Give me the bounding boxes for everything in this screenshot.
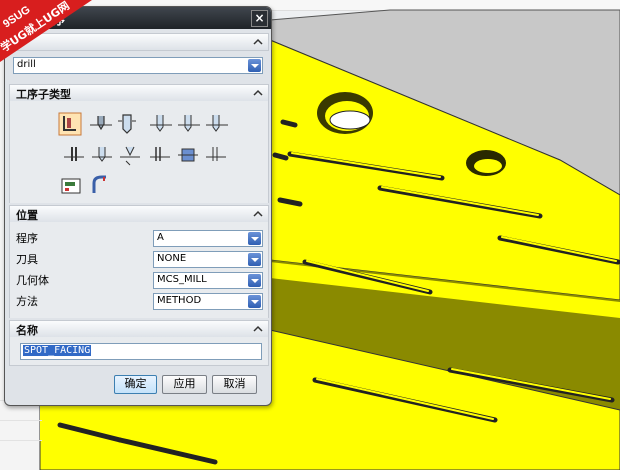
reaming-icon[interactable]: [64, 147, 84, 161]
chevron-down-icon[interactable]: [248, 59, 261, 72]
tool-value: NONE: [157, 253, 187, 264]
subtype-panel: [9, 101, 269, 203]
name-panel: SPOT_FACING: [9, 337, 269, 366]
countersinking-icon[interactable]: [120, 146, 140, 166]
location-section-label: 位置: [16, 209, 38, 222]
drilling-icon[interactable]: [118, 114, 136, 134]
program-value: A: [157, 232, 164, 243]
mill-user-icon[interactable]: [92, 175, 106, 193]
collapse-icon[interactable]: [252, 36, 264, 48]
ok-button[interactable]: 确定: [114, 375, 157, 394]
peck-drilling-icon[interactable]: [150, 115, 172, 132]
location-panel: 程序 A 刀具 NONE 几何体 MCS_MILL 方法 METHOD: [9, 222, 269, 318]
geometry-dropdown[interactable]: MCS_MILL: [153, 272, 263, 289]
method-dropdown[interactable]: METHOD: [153, 293, 263, 310]
chevron-down-icon[interactable]: [248, 253, 261, 266]
counterboring-icon[interactable]: [92, 147, 112, 162]
collapse-icon[interactable]: [252, 87, 264, 99]
cancel-button[interactable]: 取消: [212, 375, 257, 394]
geometry-value: MCS_MILL: [157, 274, 207, 285]
close-button[interactable]: ×: [251, 10, 268, 27]
name-input-value: SPOT_FACING: [23, 345, 92, 356]
boring-icon[interactable]: [206, 115, 228, 132]
method-value: METHOD: [157, 295, 202, 306]
program-dropdown[interactable]: A: [153, 230, 263, 247]
location-section-header[interactable]: 位置: [9, 205, 269, 223]
mill-control-icon[interactable]: [61, 178, 81, 194]
spot-drilling-icon[interactable]: [90, 116, 112, 131]
chevron-down-icon[interactable]: [248, 274, 261, 287]
tool-dropdown[interactable]: NONE: [153, 251, 263, 268]
watermark-logo: 9SUG 学UG就上UG网: [0, 0, 92, 62]
name-section-header[interactable]: 名称: [9, 320, 269, 338]
method-label: 方法: [16, 295, 38, 308]
tool-label: 刀具: [16, 253, 38, 266]
program-label: 程序: [16, 232, 38, 245]
thread-milling-icon[interactable]: [206, 147, 226, 161]
left-strip-line: [0, 440, 42, 441]
chevron-down-icon[interactable]: [248, 232, 261, 245]
name-input[interactable]: SPOT_FACING: [20, 343, 262, 360]
subtype-section-header[interactable]: 工序子类型: [9, 84, 269, 102]
collapse-icon[interactable]: [252, 208, 264, 220]
hole-milling-icon[interactable]: [178, 148, 198, 162]
left-strip-line: [0, 420, 42, 421]
tapping-icon[interactable]: [150, 147, 170, 161]
chevron-down-icon[interactable]: [248, 295, 261, 308]
breakchip-drilling-icon[interactable]: [178, 115, 200, 132]
create-operation-dialog[interactable]: 序 × drill 工序子类型: [4, 6, 272, 406]
name-section-label: 名称: [16, 324, 38, 337]
geometry-label: 几何体: [16, 274, 49, 287]
subtype-icon-grid[interactable]: [10, 101, 268, 203]
collapse-icon[interactable]: [252, 323, 264, 335]
subtype-section-label: 工序子类型: [16, 88, 71, 101]
apply-button[interactable]: 应用: [162, 375, 207, 394]
